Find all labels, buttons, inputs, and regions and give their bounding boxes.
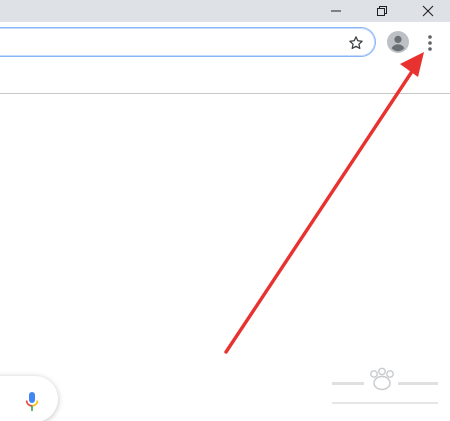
content-divider — [0, 93, 450, 94]
close-icon — [422, 5, 434, 17]
browser-window — [0, 0, 450, 421]
minimize-icon — [331, 10, 341, 12]
menu-button[interactable] — [419, 30, 441, 56]
bookmarks-bar — [0, 62, 450, 93]
microphone-icon — [25, 392, 39, 411]
address-input[interactable] — [11, 33, 315, 53]
profile-avatar-icon — [387, 31, 409, 53]
restore-icon — [377, 6, 387, 16]
close-button[interactable] — [412, 0, 444, 22]
vertical-dots-icon — [428, 35, 432, 51]
address-bar[interactable] — [0, 27, 376, 57]
browser-toolbar — [0, 22, 450, 62]
title-bar — [0, 0, 450, 22]
minimize-button[interactable] — [320, 0, 352, 22]
star-icon — [349, 36, 363, 50]
restore-button[interactable] — [366, 0, 398, 22]
watermark-logo — [332, 367, 438, 404]
bookmark-star-button[interactable] — [346, 33, 366, 53]
profile-button[interactable] — [385, 29, 411, 55]
voice-search-button[interactable] — [22, 390, 42, 414]
